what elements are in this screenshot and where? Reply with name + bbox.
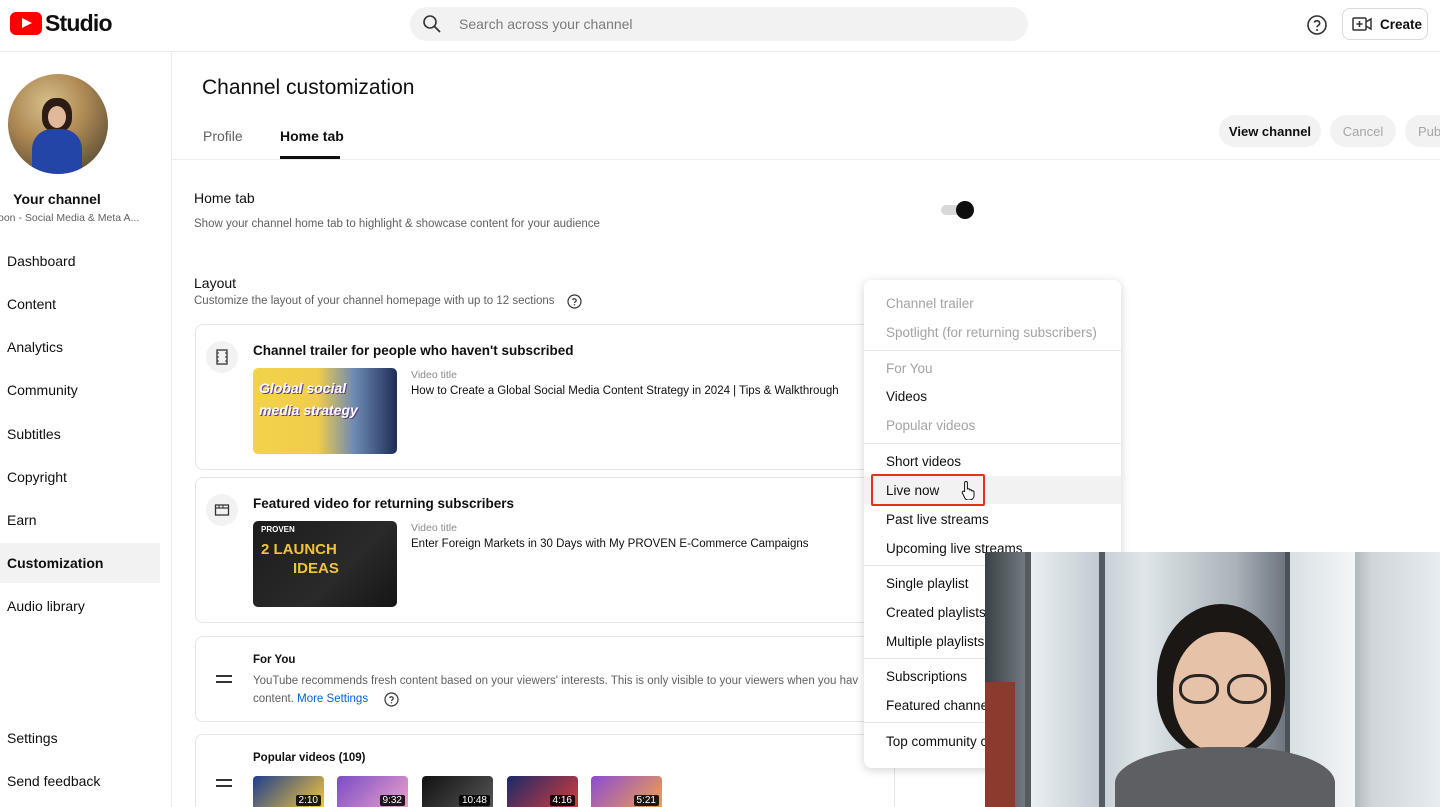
thumbnail-text: 2 LAUNCH: [261, 541, 337, 558]
video-thumbnail[interactable]: PROVEN 2 LAUNCH IDEAS: [253, 521, 397, 607]
sidebar-item-content[interactable]: Content: [0, 284, 160, 324]
video-duration: 2:10: [295, 795, 321, 806]
sidebar-item-copyright[interactable]: Copyright: [0, 457, 160, 497]
layout-heading: Layout: [194, 275, 237, 291]
video-thumbnail[interactable]: 2:10: [253, 776, 324, 807]
menu-item-spotlight[interactable]: Spotlight (for returning subscribers): [864, 318, 1121, 346]
section-title: Featured video for returning subscribers: [253, 496, 515, 511]
video-duration: 10:48: [458, 795, 490, 806]
thumbnail-text: media strategy: [259, 402, 358, 418]
sidebar-item-dashboard[interactable]: Dashboard: [0, 241, 160, 281]
section-title: Popular videos (109): [253, 752, 366, 764]
menu-item-videos[interactable]: Videos: [864, 382, 1121, 410]
search-bar[interactable]: [410, 7, 1028, 41]
section-card-popular-videos[interactable]: Popular videos (109) 2:10 9:32 10:48 4:1…: [195, 734, 895, 807]
home-tab-description: Show your channel home tab to highlight …: [194, 218, 600, 230]
menu-item-popular-videos[interactable]: Popular videos: [864, 411, 1121, 439]
thumbnail-text: IDEAS: [293, 560, 339, 577]
for-you-description: YouTube recommends fresh content based o…: [253, 675, 859, 687]
menu-divider: [864, 350, 1121, 351]
channel-name: Your channel: [13, 191, 101, 207]
menu-item-short-videos[interactable]: Short videos: [864, 447, 1121, 475]
help-circle-icon[interactable]: [567, 294, 582, 309]
for-you-description-end: content. More Settings: [253, 693, 368, 705]
youtube-play-icon: [10, 12, 42, 35]
section-card-channel-trailer[interactable]: Channel trailer for people who haven't s…: [195, 324, 895, 470]
search-input[interactable]: [459, 16, 999, 32]
menu-item-past-live-streams[interactable]: Past live streams: [864, 505, 1121, 533]
video-title: How to Create a Global Social Media Cont…: [411, 385, 839, 397]
thumbnail-badge: PROVEN: [261, 525, 295, 534]
sidebar-item-earn[interactable]: Earn: [0, 500, 160, 540]
video-duration: 4:16: [549, 795, 575, 806]
tab-home[interactable]: Home tab: [280, 128, 344, 144]
video-title-label: Video title: [411, 369, 457, 381]
tabs-divider: [172, 159, 1440, 160]
section-card-featured-video[interactable]: Featured video for returning subscribers…: [195, 477, 895, 623]
studio-logo[interactable]: Studio: [10, 10, 113, 37]
video-thumbnail[interactable]: 5:21: [591, 776, 662, 807]
section-title: For You: [253, 654, 296, 666]
menu-item-for-you[interactable]: For You: [864, 354, 1121, 382]
search-icon: [410, 14, 454, 34]
menu-divider: [864, 443, 1121, 444]
webcam-overlay: [985, 552, 1440, 807]
sidebar-item-settings[interactable]: Settings: [0, 718, 160, 758]
view-channel-button[interactable]: View channel: [1219, 115, 1321, 147]
create-label: Create: [1380, 16, 1423, 32]
logo-text: Studio: [45, 10, 113, 36]
help-circle-icon[interactable]: [384, 692, 399, 707]
video-title-label: Video title: [411, 522, 457, 534]
for-you-description-tail: content.: [253, 693, 294, 705]
create-video-icon: [1352, 17, 1372, 31]
sidebar-item-community[interactable]: Community: [0, 370, 160, 410]
more-settings-link[interactable]: More Settings: [297, 693, 368, 705]
video-thumbnail[interactable]: 10:48: [422, 776, 493, 807]
tab-profile[interactable]: Profile: [203, 128, 243, 144]
channel-avatar[interactable]: [8, 74, 108, 174]
video-duration: 5:21: [633, 795, 659, 806]
top-bar: Studio Create: [0, 0, 1440, 52]
section-card-for-you[interactable]: For You YouTube recommends fresh content…: [195, 636, 895, 722]
help-icon[interactable]: [1305, 13, 1329, 37]
video-duration: 9:32: [379, 795, 405, 806]
create-button[interactable]: Create: [1342, 8, 1428, 40]
video-thumbnail[interactable]: 4:16: [507, 776, 578, 807]
drag-handle-icon[interactable]: [216, 675, 232, 683]
video-title: Enter Foreign Markets in 30 Days with My…: [411, 538, 809, 550]
sidebar-item-customization[interactable]: Customization: [0, 543, 160, 583]
page-title: Channel customization: [202, 76, 415, 99]
menu-item-channel-trailer[interactable]: Channel trailer: [864, 289, 1121, 317]
section-title: Channel trailer for people who haven't s…: [253, 343, 574, 358]
trailer-film-icon: [206, 341, 238, 373]
thumbnail-text: Global social: [259, 380, 347, 396]
home-tab-toggle[interactable]: [941, 201, 975, 219]
home-tab-heading: Home tab: [194, 190, 255, 206]
sidebar-item-analytics[interactable]: Analytics: [0, 327, 160, 367]
channel-subtitle: 'oon - Social Media & Meta A...: [0, 212, 140, 224]
sidebar: Your channel 'oon - Social Media & Meta …: [0, 52, 172, 807]
cancel-button[interactable]: Cancel: [1330, 115, 1396, 147]
sidebar-item-subtitles[interactable]: Subtitles: [0, 414, 160, 454]
layout-description: Customize the layout of your channel hom…: [194, 295, 555, 307]
video-thumbnail[interactable]: 9:32: [337, 776, 408, 807]
publish-button[interactable]: Pub: [1405, 115, 1440, 147]
hand-cursor-icon: [961, 480, 977, 501]
video-thumbnail[interactable]: Global social media strategy: [253, 368, 397, 454]
featured-video-icon: [206, 494, 238, 526]
sidebar-item-send-feedback[interactable]: Send feedback: [0, 761, 160, 801]
drag-handle-icon[interactable]: [216, 779, 232, 787]
sidebar-item-audio-library[interactable]: Audio library: [0, 586, 160, 626]
